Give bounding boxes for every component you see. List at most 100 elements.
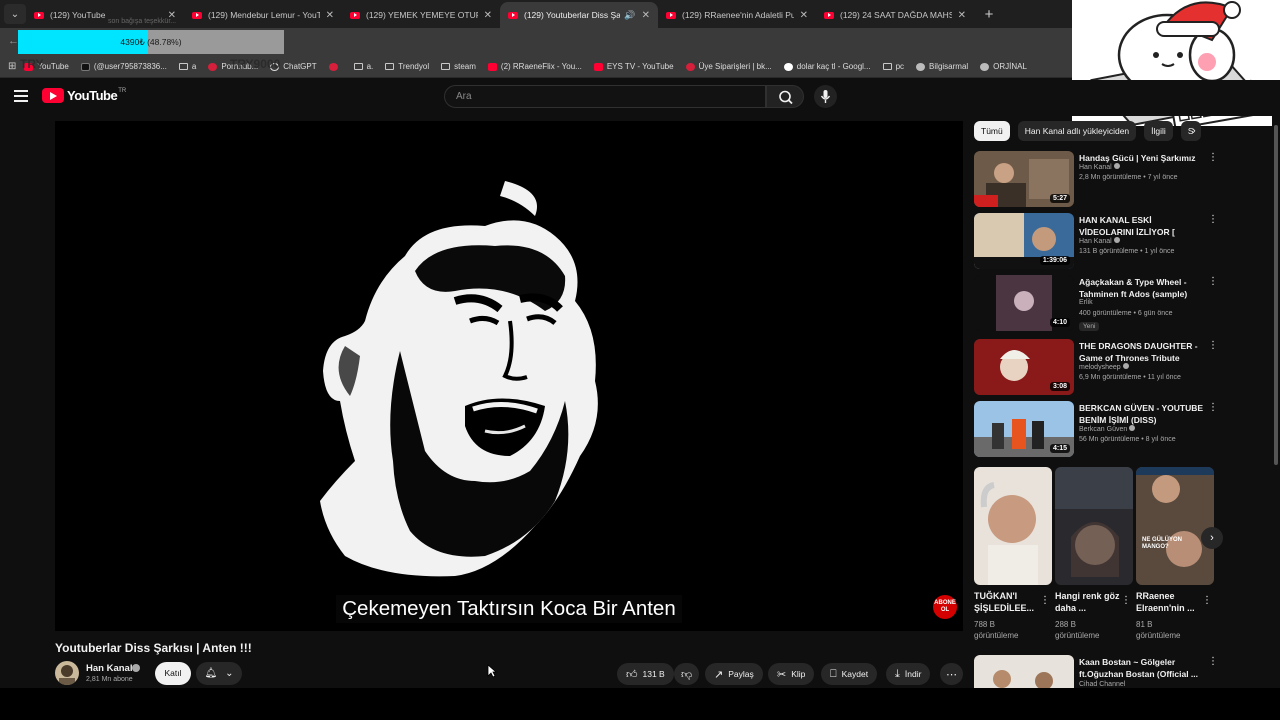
- bookmark-item[interactable]: (2) RRaeneFlix - You...: [487, 62, 582, 71]
- more-vertical-icon[interactable]: ⋮: [1208, 402, 1218, 413]
- video-thumbnail: 4:10: [974, 275, 1074, 331]
- short-thumbnail[interactable]: [1055, 467, 1133, 585]
- bookmark-icon: ⎕: [830, 667, 837, 680]
- close-icon[interactable]: ✕: [958, 10, 966, 21]
- video-duration: 5:27: [1049, 194, 1070, 203]
- short-thumbnail[interactable]: NE GÜLÜYON MANGO?: [1136, 467, 1214, 585]
- chevron-right-icon[interactable]: ›: [1201, 527, 1223, 549]
- youtube-logo[interactable]: YouTube TR: [42, 88, 126, 103]
- browser-tab[interactable]: (129) RRaenee'nin Adaletli Puan ✕: [658, 2, 816, 28]
- search-icon: [779, 90, 793, 105]
- recommendation-channel: Han Kanal: [1079, 163, 1120, 171]
- like-button[interactable]: 👍︎ 131 B: [617, 663, 674, 685]
- bookmark-item[interactable]: EYS TV - YouTube: [593, 62, 674, 71]
- bookmark-label: steam: [454, 62, 476, 71]
- clip-button[interactable]: ✂ Klip: [768, 663, 815, 685]
- tab-search-button[interactable]: ⌄: [4, 4, 26, 24]
- recommendation-meta: 131 B görüntüleme • 1 yıl önce: [1079, 248, 1175, 255]
- search-input[interactable]: [445, 86, 765, 107]
- bookmark-item[interactable]: [328, 62, 342, 71]
- browser-tab[interactable]: (129) Mendebur Lemur - YouTu ✕: [184, 2, 342, 28]
- chip-partial[interactable]: S: [1180, 121, 1201, 141]
- logo-region: TR: [118, 88, 127, 94]
- bookmark-label: a: [191, 62, 197, 71]
- close-icon[interactable]: ✕: [326, 10, 334, 21]
- bookmark-list: YouTube (@user795873836... a Pornhub... Chat…: [24, 62, 1039, 71]
- recommendation-title: Ağaçkakan & Type Wheel - Tahminen ft Ado…: [1079, 277, 1188, 299]
- bookmark-item[interactable]: steam: [441, 62, 476, 71]
- youtube-icon: [34, 11, 44, 19]
- close-icon[interactable]: ✕: [800, 10, 808, 21]
- bookmark-label: pc: [895, 62, 905, 71]
- search-button[interactable]: [766, 85, 804, 108]
- more-vertical-icon[interactable]: ⋮: [1202, 595, 1212, 606]
- youtube-icon: [192, 11, 202, 19]
- recommendation-item[interactable]: 4:15 BERKCAN GÜVEN - YOUTUBE BENİM İŞİMİ …: [974, 401, 1218, 459]
- more-vertical-icon[interactable]: ⋮: [1208, 152, 1218, 163]
- bookmark-item[interactable]: a: [178, 62, 197, 71]
- bookmark-item[interactable]: ORJİNAL: [980, 62, 1027, 71]
- recommendation-item[interactable]: 4:10 Ağaçkakan & Type Wheel - Tahminen ft…: [974, 275, 1218, 333]
- web-icon: [980, 62, 990, 71]
- recommendation-item[interactable]: 5:27 Handaş Gücü | Yeni Şarkımız Han Kanal…: [974, 151, 1218, 209]
- chip-all[interactable]: Tümü: [974, 121, 1010, 141]
- bookmark-item[interactable]: (@user795873836...: [80, 62, 167, 71]
- hamburger-menu-icon[interactable]: [14, 90, 28, 102]
- bookmark-label: ChatGPT: [283, 62, 317, 71]
- folder-icon: [385, 63, 395, 70]
- short-views: 788 Bgörüntüleme: [974, 620, 1019, 640]
- short-image: [1136, 467, 1214, 585]
- more-vertical-icon[interactable]: ⋮: [1208, 276, 1218, 287]
- video-player[interactable]: Çekemeyen Taktırsın Koca Bir Anten ABONE…: [55, 121, 963, 631]
- browser-tab-active[interactable]: (129) Youtuberlar Diss Şarkı 🔊 ✕: [500, 2, 658, 28]
- close-icon[interactable]: ✕: [642, 10, 650, 21]
- chip-related[interactable]: İlgili: [1144, 121, 1173, 141]
- lyrics-caption: Çekemeyen Taktırsın Koca Bir Anten: [55, 595, 963, 623]
- more-vertical-icon[interactable]: ⋮: [1208, 656, 1218, 667]
- red-icon: [685, 62, 695, 71]
- mouse-cursor-icon: [487, 664, 497, 678]
- share-button[interactable]: ↗ Paylaş: [705, 663, 763, 685]
- download-button[interactable]: ⤓ İndir: [886, 663, 931, 685]
- dislike-button[interactable]: 👎︎: [674, 663, 700, 685]
- bookmark-item[interactable]: Bilgisarmal: [916, 62, 968, 71]
- more-vertical-icon[interactable]: ⋮: [1208, 340, 1218, 351]
- chevron-down-icon: ⌄: [225, 668, 234, 679]
- youtube-header: YouTube TR: [0, 80, 1280, 116]
- channel-avatar[interactable]: [55, 661, 79, 685]
- bookmark-item[interactable]: a.: [353, 62, 373, 71]
- close-icon[interactable]: ✕: [484, 10, 492, 21]
- tab-title: (129) YEMEK YEMEYE OTURDU: [366, 10, 478, 20]
- new-tab-button[interactable]: +: [978, 6, 1000, 23]
- bookmark-item[interactable]: pc: [882, 62, 905, 71]
- chip-from-uploader[interactable]: Han Kanal adlı yükleyiciden: [1017, 121, 1137, 141]
- browser-tab[interactable]: (129) YEMEK YEMEYE OTURDU ✕: [342, 2, 500, 28]
- chevron-right-icon[interactable]: ›: [1192, 125, 1196, 137]
- speaker-icon[interactable]: 🔊: [624, 10, 635, 21]
- more-actions-button[interactable]: ⋯: [940, 663, 963, 685]
- bookmark-item[interactable]: Üye Siparişleri | bk...: [685, 62, 772, 71]
- short-thumbnail[interactable]: [974, 467, 1052, 585]
- save-button[interactable]: ⎕ Kaydet: [821, 663, 878, 685]
- recommendation-item[interactable]: 3:08 THE DRAGONS DAUGHTER - Game of Thron…: [974, 339, 1218, 397]
- browser-tab[interactable]: (129) 24 SAAT DAĞDA MAHSUR ✕: [816, 2, 974, 28]
- video-thumbnail: 1:39:06: [974, 213, 1074, 269]
- bookmark-item[interactable]: dolar kaç tl - Googl...: [783, 62, 871, 71]
- voice-search-button[interactable]: [814, 85, 837, 108]
- join-button[interactable]: Katıl: [155, 662, 191, 685]
- subscribe-watermark[interactable]: ABONE OL: [933, 595, 957, 619]
- bookmark-item[interactable]: Trendyol: [385, 62, 429, 71]
- short-title[interactable]: RRaenee Elraenn'nin ...: [1136, 590, 1206, 614]
- more-vertical-icon[interactable]: ⋮: [1121, 595, 1131, 606]
- short-title[interactable]: Hangi renk göz daha ...: [1055, 590, 1125, 614]
- download-label: İndir: [904, 669, 922, 679]
- channel-name[interactable]: Han Kanal: [86, 663, 132, 674]
- apps-grid-icon[interactable]: ⊞: [8, 61, 16, 72]
- more-vertical-icon[interactable]: ⋮: [1208, 214, 1218, 225]
- scrollbar-thumb[interactable]: [1274, 125, 1278, 465]
- microphone-icon: [820, 90, 831, 103]
- short-title[interactable]: TUĞKAN'I ŞİŞLEDİLEE...: [974, 590, 1044, 614]
- more-vertical-icon[interactable]: ⋮: [1040, 595, 1050, 606]
- recommendation-item[interactable]: 1:39:06 HAN KANAL ESKİ VİDEOLARINI İZLİYO…: [974, 213, 1218, 271]
- notification-bell-button[interactable]: 🔔︎ ⌄: [196, 662, 242, 685]
